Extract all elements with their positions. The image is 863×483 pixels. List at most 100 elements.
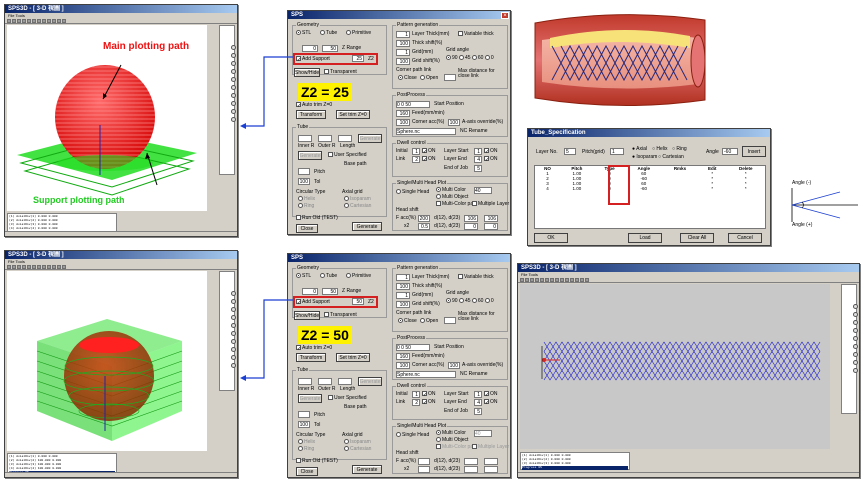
view-tool-icon[interactable] <box>852 344 858 349</box>
toolbar-button[interactable] <box>535 277 539 282</box>
radio-ring[interactable]: Ring <box>298 446 314 452</box>
toolbar-button[interactable] <box>32 264 36 269</box>
dwell-initial-on[interactable]: ✓ON <box>422 391 436 398</box>
nc-rename-label[interactable]: NC Rename <box>460 128 488 134</box>
auto-trim-checkbox[interactable]: ✓Auto trim Z=0 <box>296 345 332 352</box>
view-tool-icon[interactable] <box>230 101 236 106</box>
log-panel[interactable]: (1) AxialDiv(1) 0.000 0.000 (2) AxialDiv… <box>520 452 630 470</box>
toolbar-button[interactable] <box>570 277 574 282</box>
run-old-checkbox[interactable]: Run Old (TEST) <box>296 215 338 221</box>
radio-primitive[interactable]: Primitive <box>346 273 371 279</box>
view-tool-icon[interactable] <box>852 328 858 333</box>
layer-start-input[interactable]: 1 <box>474 148 482 155</box>
radio-isoparam[interactable]: Isoparam <box>344 439 371 445</box>
toolbar-button[interactable] <box>62 18 66 23</box>
toolbar-button[interactable] <box>7 264 11 269</box>
transform-button[interactable]: Transform <box>296 353 326 362</box>
toolbar-button[interactable] <box>565 277 569 282</box>
inner-r-input[interactable] <box>298 135 312 142</box>
multi-object-radio[interactable]: Multi Object <box>436 437 468 443</box>
view-tool-icon[interactable] <box>852 368 858 373</box>
z-range-from-input[interactable]: 0 <box>302 45 318 52</box>
toolbar-button[interactable] <box>52 18 56 23</box>
multi-color-select[interactable]: 40 <box>474 430 492 437</box>
show-hide-button[interactable]: Show/Hide <box>294 311 320 320</box>
dwell-initial-input[interactable]: 1 <box>412 391 420 398</box>
radio-helix[interactable]: Helix <box>298 196 315 202</box>
toolbar-button[interactable] <box>17 264 21 269</box>
multi-object-radio[interactable]: Multi Object <box>436 194 468 200</box>
ok-button[interactable]: OK <box>534 233 568 243</box>
view-tool-icon[interactable] <box>230 69 236 74</box>
cartesian-radio[interactable]: ○ Cartesian <box>658 154 684 160</box>
d12-b-input[interactable]: 106 <box>484 215 498 222</box>
layer-end-on[interactable]: ✓ON <box>484 399 498 406</box>
radio-cartesian[interactable]: Cartesian <box>344 203 371 209</box>
grid-shift-input[interactable]: 100 <box>396 301 410 308</box>
tol-input[interactable]: 100 <box>298 178 310 185</box>
multi-color-radio[interactable]: Multi Color <box>436 430 466 436</box>
layer-start-on[interactable]: ✓ON <box>484 391 498 398</box>
dwell-link-input[interactable]: 2 <box>412 156 420 163</box>
d23-a-input[interactable] <box>464 466 478 473</box>
toolbar-button[interactable] <box>47 18 51 23</box>
tube-generate-button-2[interactable]: Generate <box>298 151 322 160</box>
max-distance-input[interactable] <box>444 317 456 324</box>
a-axis-input[interactable]: 100 <box>448 362 460 369</box>
toolbar-button[interactable] <box>27 18 31 23</box>
end-of-job-input[interactable]: 5 <box>474 408 482 415</box>
grid-shift-input[interactable]: 100 <box>396 58 410 65</box>
toolbar-button[interactable] <box>580 277 584 282</box>
variable-thick-checkbox[interactable]: Variable thick <box>458 274 494 280</box>
helix-radio[interactable]: ○ Helix <box>652 146 668 152</box>
z-range-to-input[interactable]: 50 <box>322 288 338 295</box>
z-range-from-input[interactable]: 0 <box>302 288 318 295</box>
layer-start-on[interactable]: ✓ON <box>484 148 498 155</box>
d23-b-input[interactable] <box>484 466 498 473</box>
toolbar-button[interactable] <box>32 18 36 23</box>
nc-file-input[interactable]: Sphere.nc <box>396 371 456 378</box>
toolbar-button[interactable] <box>47 264 51 269</box>
tube-generate-button[interactable]: Generate <box>358 377 382 386</box>
view-tool-icon[interactable] <box>230 93 236 98</box>
view-tool-icon[interactable] <box>230 117 236 122</box>
toolbar-button[interactable] <box>550 277 554 282</box>
set-trim-button[interactable]: Set trim Z=0 <box>336 110 370 119</box>
generate-button[interactable]: Generate <box>352 222 382 231</box>
toolbar-button[interactable] <box>12 18 16 23</box>
close-icon[interactable]: × <box>501 12 509 19</box>
set-trim-button[interactable]: Set trim Z=0 <box>336 353 370 362</box>
radio-ring[interactable]: Ring <box>298 203 314 209</box>
a-axis-input[interactable]: 100 <box>448 119 460 126</box>
outer-r-input[interactable] <box>318 378 332 385</box>
generate-button[interactable]: Generate <box>352 465 382 474</box>
start-position-input[interactable]: 0 0 50 <box>396 344 430 351</box>
log-panel[interactable]: (1) AxialDiv(1) 0.000 0.000 (2) AxialDiv… <box>7 213 117 235</box>
radio-cartesian[interactable]: Cartesian <box>344 446 371 452</box>
dwell-link-on[interactable]: ✓ON <box>422 399 436 406</box>
ring-radio[interactable]: ○ Ring <box>672 146 687 152</box>
view-tool-icon[interactable] <box>852 360 858 365</box>
angle-input[interactable]: -60 <box>722 148 738 155</box>
length-input[interactable] <box>338 378 352 385</box>
toolbar-button[interactable] <box>530 277 534 282</box>
toolbar-button[interactable] <box>22 264 26 269</box>
z-range-to-input[interactable]: 50 <box>322 45 338 52</box>
toolbar-button[interactable] <box>585 277 589 282</box>
x2-input[interactable] <box>418 466 430 473</box>
d23-a-input[interactable]: 0 <box>464 223 478 230</box>
toolbar-button[interactable] <box>42 264 46 269</box>
feed-input[interactable]: 160 <box>396 353 410 360</box>
toolbar-button[interactable] <box>22 18 26 23</box>
grid-input[interactable]: 1 <box>396 292 410 299</box>
toolbar-button[interactable] <box>7 18 11 23</box>
view-tool-icon[interactable] <box>230 363 236 368</box>
toolbar-button[interactable] <box>17 18 21 23</box>
multi-color-select[interactable]: 40 <box>474 187 492 194</box>
multiple-layer-checkbox[interactable]: Multiple Layer <box>472 201 509 207</box>
x2-input[interactable]: 0.5 <box>418 223 430 230</box>
dwell-link-on[interactable]: ✓ON <box>422 156 436 163</box>
radio-isoparam[interactable]: Isoparam <box>344 196 371 202</box>
thick-shift-input[interactable]: 100 <box>396 283 410 290</box>
3d-canvas[interactable]: Main plotting path Support plotting path <box>7 25 207 211</box>
